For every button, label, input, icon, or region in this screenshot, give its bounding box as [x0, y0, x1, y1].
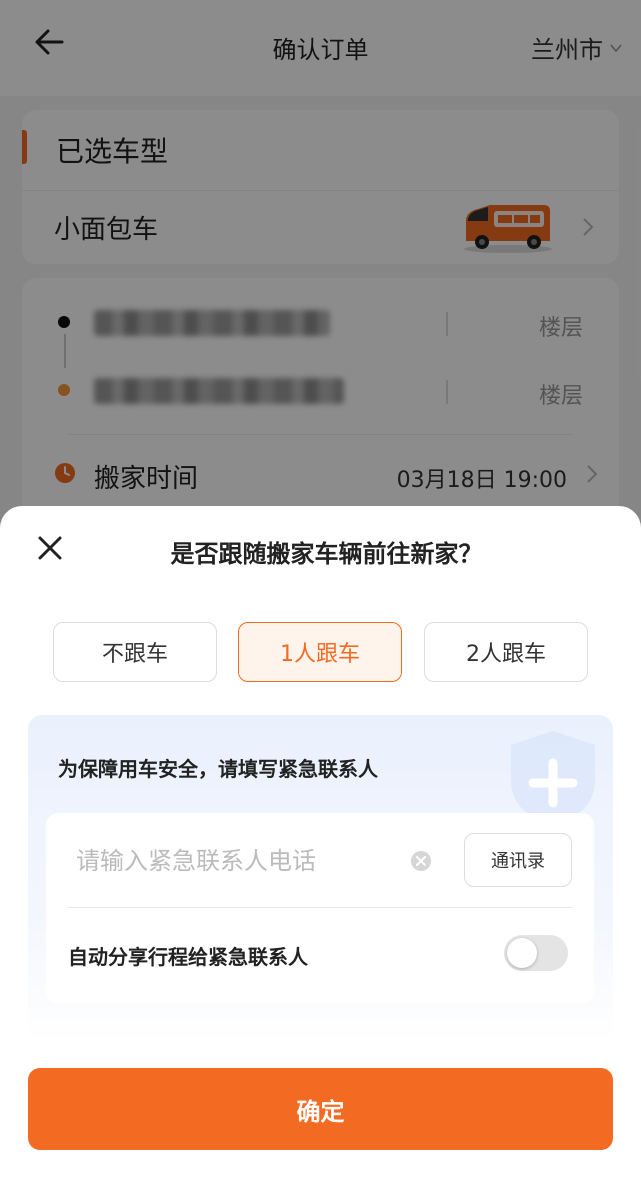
sheet-title: 是否跟随搬家车辆前往新家？ — [170, 540, 483, 568]
contacts-button[interactable]: 通讯录 — [464, 833, 572, 887]
clear-input-icon[interactable] — [410, 850, 432, 872]
emergency-contact-panel: 为保障用车安全，请填写紧急联系人 通讯录 自动分享行程给紧急联系人 — [28, 715, 613, 1043]
share-trip-toggle[interactable] — [504, 935, 568, 971]
option-one-person[interactable]: 1人跟车 — [238, 622, 402, 682]
share-trip-label: 自动分享行程给紧急联系人 — [68, 945, 308, 969]
divider — [68, 907, 572, 908]
confirm-button[interactable]: 确定 — [28, 1068, 613, 1150]
option-no-follow[interactable]: 不跟车 — [53, 622, 217, 682]
follow-vehicle-sheet: 是否跟随搬家车辆前往新家？ 不跟车 1人跟车 2人跟车 为保障用车安全，请填写紧… — [0, 506, 641, 1201]
option-two-people[interactable]: 2人跟车 — [424, 622, 588, 682]
emergency-phone-input[interactable] — [76, 833, 406, 889]
page: 确认订单 兰州市 已选车型 小面包车 楼层 楼层 搬家时间 03月18日 19:… — [0, 0, 641, 1201]
safety-title: 为保障用车安全，请填写紧急联系人 — [58, 757, 378, 781]
contact-form-card: 通讯录 自动分享行程给紧急联系人 — [46, 813, 594, 1003]
toggle-knob — [507, 938, 537, 968]
